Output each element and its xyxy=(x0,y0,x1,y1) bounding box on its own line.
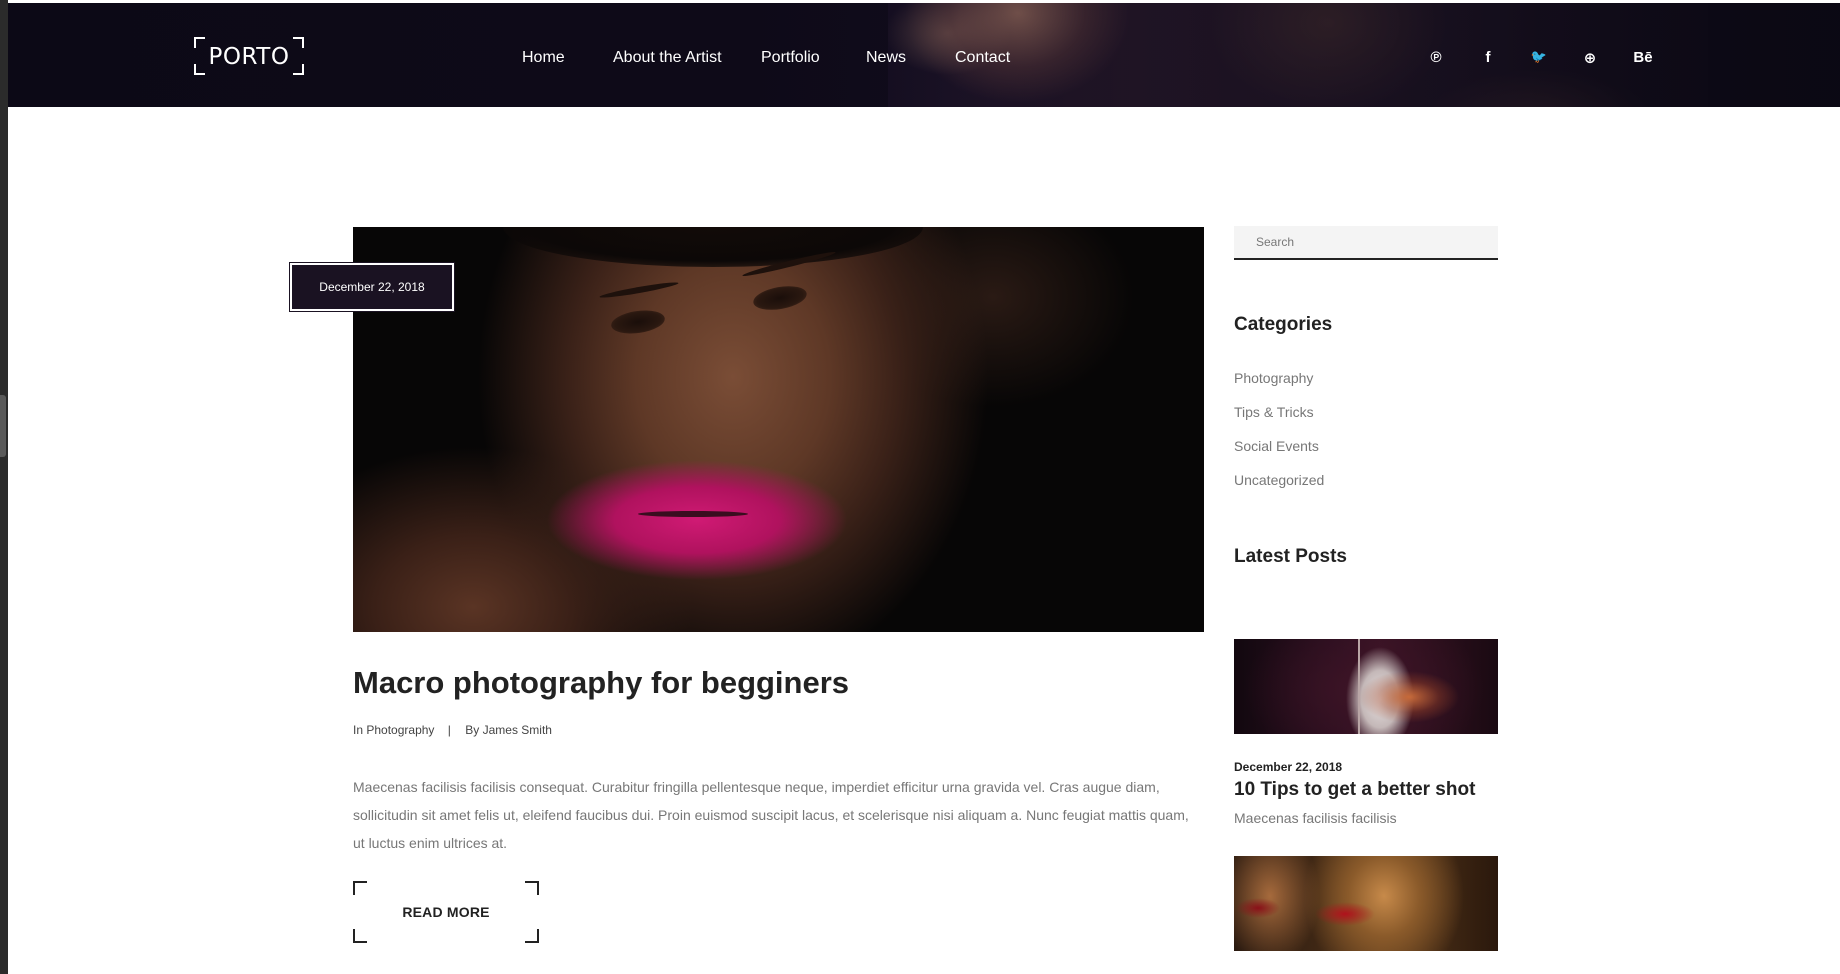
post-featured-image[interactable] xyxy=(353,227,1204,632)
category-tips-tricks[interactable]: Tips & Tricks xyxy=(1234,404,1314,420)
nav-contact[interactable]: Contact xyxy=(955,49,1010,67)
sidebar-search xyxy=(1234,226,1498,260)
post-category-link[interactable]: Photography xyxy=(366,723,434,737)
read-more-button[interactable]: READ MORE xyxy=(353,881,539,943)
category-prefix: In xyxy=(353,723,364,737)
latest-post-thumbnail[interactable] xyxy=(1234,639,1498,734)
latest-post-date: December 22, 2018 xyxy=(1234,760,1343,774)
latest-post-excerpt: Maecenas facilisis facilisis xyxy=(1234,810,1397,826)
site-logo[interactable]: PORTO xyxy=(194,37,304,75)
meta-separator: | xyxy=(447,723,451,737)
nav-news[interactable]: News xyxy=(866,49,906,67)
nav-portfolio[interactable]: Portfolio xyxy=(761,49,820,67)
post-excerpt: Maecenas facilisis facilisis consequat. … xyxy=(353,779,1189,851)
latest-posts-title: Latest Posts xyxy=(1234,546,1347,567)
latest-post-title[interactable]: 10 Tips to get a better shot xyxy=(1234,779,1475,801)
read-more-label: READ MORE xyxy=(402,904,490,920)
pinterest-icon[interactable]: ℗ xyxy=(1424,49,1448,66)
site-header: PORTO Home About the Artist Portfolio Ne… xyxy=(8,3,1840,107)
dribbble-icon[interactable]: ⊕ xyxy=(1578,49,1602,67)
window-resize-grip[interactable] xyxy=(0,395,6,457)
nav-home[interactable]: Home xyxy=(522,49,565,67)
category-photography[interactable]: Photography xyxy=(1234,370,1313,386)
category-social-events[interactable]: Social Events xyxy=(1234,438,1319,454)
post-meta: In Photography | By James Smith xyxy=(353,723,552,737)
behance-icon[interactable]: Bē xyxy=(1631,49,1655,66)
twitter-icon[interactable]: 🐦 xyxy=(1527,49,1551,65)
latest-post-thumbnail[interactable] xyxy=(1234,856,1498,951)
post-title[interactable]: Macro photography for begginers xyxy=(353,665,849,701)
window-edge xyxy=(0,0,8,974)
post-author-link[interactable]: James Smith xyxy=(483,723,552,737)
nav-about-the-artist[interactable]: About the Artist xyxy=(613,49,722,67)
facebook-icon[interactable]: f xyxy=(1476,49,1500,66)
categories-title: Categories xyxy=(1234,314,1333,335)
search-input[interactable] xyxy=(1234,226,1498,258)
author-prefix: By xyxy=(465,723,480,737)
post-date-badge: December 22, 2018 xyxy=(289,262,455,312)
logo-text: PORTO xyxy=(208,44,290,70)
category-uncategorized[interactable]: Uncategorized xyxy=(1234,472,1324,488)
